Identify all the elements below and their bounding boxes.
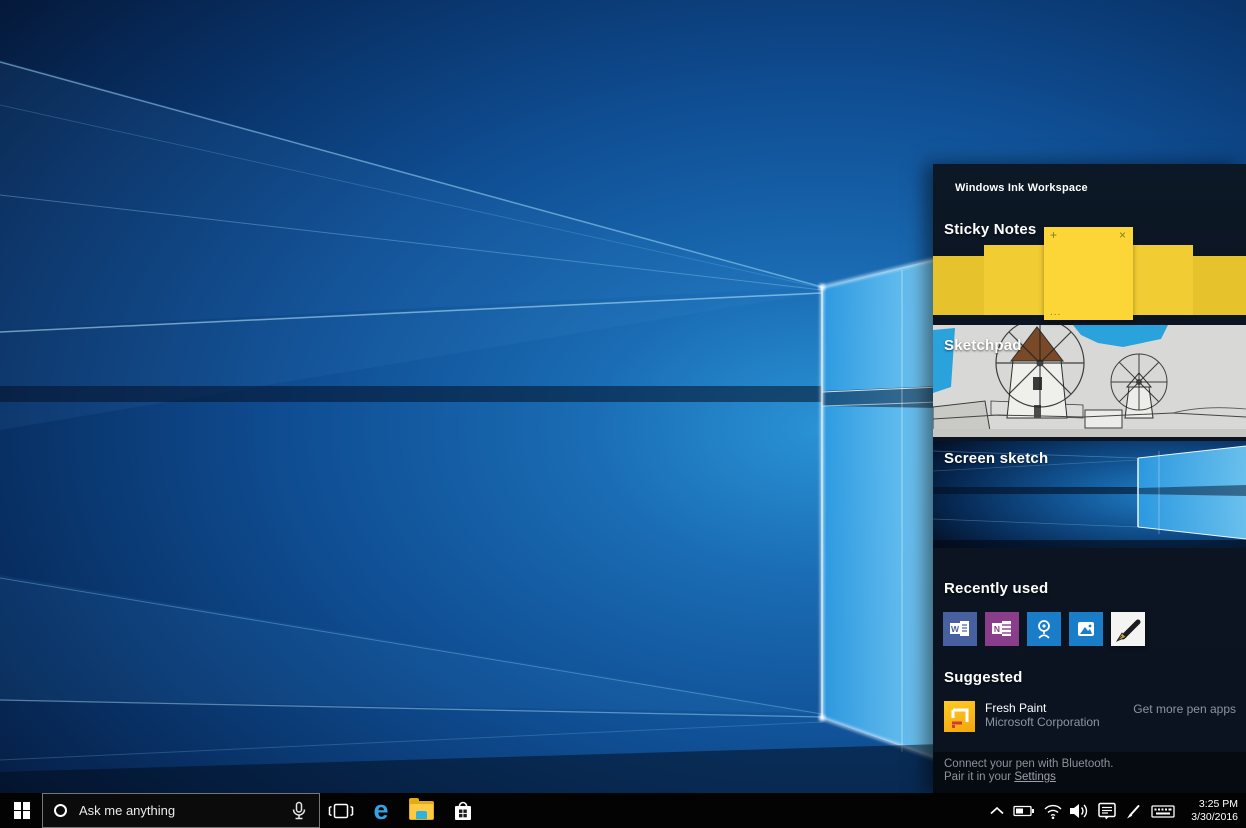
chevron-up-icon xyxy=(989,803,1005,819)
cortana-icon xyxy=(54,804,67,817)
desktop: Windows Ink Workspace Sticky Notes + × .… xyxy=(0,0,1246,828)
screen-sketch-tile[interactable]: Screen sketch xyxy=(933,441,1246,548)
windows-ink-workspace-button[interactable] xyxy=(1124,793,1144,828)
search-input[interactable]: Ask me anything xyxy=(79,803,175,818)
fountain-pen-icon xyxy=(1113,614,1143,644)
volume-button[interactable] xyxy=(1067,793,1090,828)
sticky-note xyxy=(1133,245,1193,315)
store-bag-icon xyxy=(450,798,476,824)
svg-text:W: W xyxy=(951,624,960,634)
task-view-icon xyxy=(328,801,354,821)
clock-time: 3:25 PM xyxy=(1199,798,1238,811)
note-more-icon[interactable]: ... xyxy=(1050,307,1061,318)
windows-ink-workspace-panel: Windows Ink Workspace Sticky Notes + × .… xyxy=(933,164,1246,793)
edge-icon: e xyxy=(373,797,388,824)
speaker-icon xyxy=(1068,801,1089,821)
file-explorer-button[interactable] xyxy=(406,793,436,828)
microphone-icon[interactable] xyxy=(289,801,309,827)
pen-connect-notice: Connect your pen with Bluetooth. Pair it… xyxy=(933,752,1246,793)
suggested-label: Suggested xyxy=(944,669,1022,686)
suggested-app-name[interactable]: Fresh Paint xyxy=(985,701,1133,715)
get-more-pen-apps-link[interactable]: Get more pen apps xyxy=(1133,702,1236,716)
recently-used-label: Recently used xyxy=(944,580,1048,597)
panel-title: Windows Ink Workspace xyxy=(955,182,1088,194)
folder-icon xyxy=(409,801,434,820)
fresh-paint-icon[interactable] xyxy=(944,701,975,732)
sticky-notes-tile[interactable]: + × ... xyxy=(933,227,1246,320)
store-button[interactable] xyxy=(448,793,478,828)
svg-text:N: N xyxy=(994,624,1000,634)
wifi-icon xyxy=(1043,802,1063,820)
word-icon: W xyxy=(948,618,972,640)
close-note-icon[interactable]: × xyxy=(1119,229,1126,241)
sticky-note-front: + × ... xyxy=(1044,227,1133,320)
onenote-app-tile[interactable]: N xyxy=(985,612,1019,646)
clock-date: 3/30/2016 xyxy=(1191,811,1238,824)
search-box[interactable]: Ask me anything xyxy=(42,793,320,828)
edge-browser-button[interactable]: e xyxy=(366,793,396,828)
keyboard-icon xyxy=(1151,802,1175,820)
start-button[interactable] xyxy=(0,793,44,828)
screen-sketch-label: Screen sketch xyxy=(944,450,1048,467)
wifi-status-button[interactable] xyxy=(1043,793,1063,828)
onenote-icon: N xyxy=(990,618,1014,640)
recently-used-apps: W N xyxy=(943,612,1145,646)
webcam-icon xyxy=(1032,617,1056,641)
sticky-note xyxy=(1193,256,1246,315)
photos-icon xyxy=(1074,617,1098,641)
touch-keyboard-button[interactable] xyxy=(1150,793,1176,828)
add-note-icon[interactable]: + xyxy=(1050,229,1057,241)
pen-app-tile[interactable] xyxy=(1111,612,1145,646)
sticky-notes-label: Sticky Notes xyxy=(944,221,1036,238)
battery-status-button[interactable] xyxy=(1012,793,1036,828)
sketchpad-tile[interactable]: Sketchpad xyxy=(933,325,1246,437)
word-app-tile[interactable]: W xyxy=(943,612,977,646)
windows-logo-icon xyxy=(14,802,31,819)
settings-link[interactable]: Settings xyxy=(1014,771,1056,783)
sticky-note xyxy=(933,256,984,315)
sketchpad-label: Sketchpad xyxy=(944,337,1022,354)
show-hidden-icons-button[interactable] xyxy=(988,793,1006,828)
action-center-icon xyxy=(1097,801,1117,821)
clock[interactable]: 3:25 PM 3/30/2016 xyxy=(1178,793,1238,828)
photos-app-tile[interactable] xyxy=(1069,612,1103,646)
pen-icon xyxy=(1125,802,1143,820)
battery-icon xyxy=(1013,802,1035,820)
pen-connect-line1: Connect your pen with Bluetooth. xyxy=(944,758,1234,771)
task-view-button[interactable] xyxy=(326,793,356,828)
pen-connect-line2: Pair it in your Settings xyxy=(944,771,1234,784)
suggested-app-row: Fresh Paint Microsoft Corporation Get mo… xyxy=(944,701,1236,732)
taskbar: Ask me anything e xyxy=(0,793,1246,828)
camera-app-tile[interactable] xyxy=(1027,612,1061,646)
suggested-app-publisher: Microsoft Corporation xyxy=(985,715,1133,729)
sticky-note xyxy=(984,245,1044,315)
action-center-button[interactable] xyxy=(1096,793,1118,828)
